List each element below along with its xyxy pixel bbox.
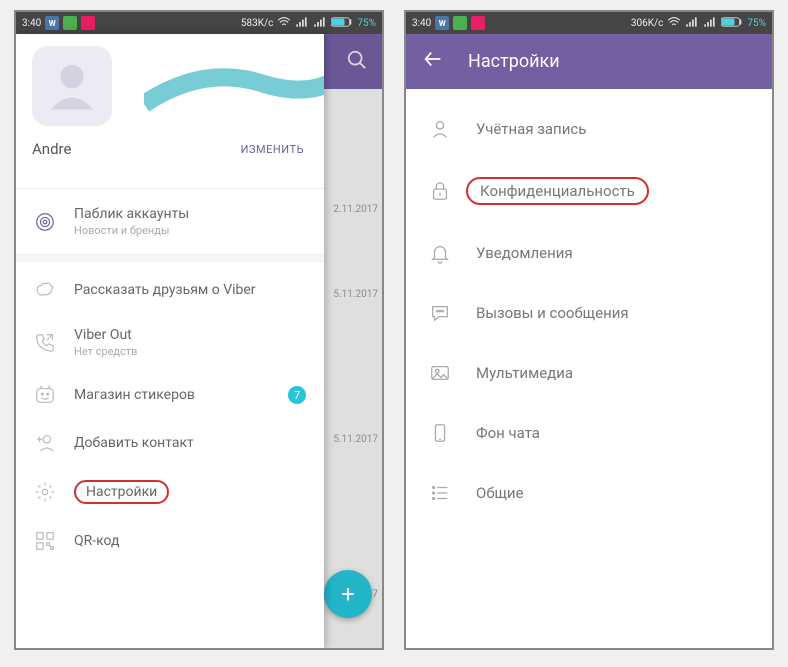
menu-tell-friends[interactable]: Рассказать друзьям о Viber bbox=[16, 266, 324, 314]
battery-pct: 75% bbox=[747, 18, 766, 29]
page-title: Настройки bbox=[468, 51, 560, 72]
chat-icon bbox=[428, 301, 452, 325]
phone-right: 3:40 W 306K/с 75% Нас bbox=[404, 10, 774, 650]
clock: 3:40 bbox=[412, 18, 431, 29]
phone-frame-icon bbox=[428, 421, 452, 445]
vk-icon: W bbox=[45, 16, 59, 30]
highlight-settings: Настройки bbox=[74, 480, 169, 504]
phone-out-icon bbox=[34, 332, 56, 354]
menu-public-accounts[interactable]: Паблик аккаунты Новости и бренды bbox=[16, 193, 324, 250]
settings-label: Вызовы и сообщения bbox=[476, 304, 629, 322]
signal-icon bbox=[295, 15, 309, 32]
settings-account[interactable]: Учётная запись bbox=[406, 99, 772, 159]
phone-left: 3:40 W 583K/с 75% bbox=[14, 10, 384, 650]
menu-label: Viber Out bbox=[74, 327, 132, 343]
signal-icon bbox=[685, 15, 699, 32]
viber-logo-icon bbox=[34, 211, 56, 233]
settings-notifications[interactable]: Уведомления bbox=[406, 223, 772, 283]
settings-label: Учётная запись bbox=[476, 120, 586, 138]
signal-icon-2 bbox=[703, 15, 717, 32]
back-icon[interactable] bbox=[422, 48, 444, 75]
account-icon bbox=[428, 117, 452, 141]
vk-icon: W bbox=[435, 16, 449, 30]
settings-label: Уведомления bbox=[476, 244, 573, 262]
status-bar: 3:40 W 306K/с 75% bbox=[406, 12, 772, 34]
bird-icon bbox=[34, 279, 56, 301]
menu-label: QR-код bbox=[74, 533, 120, 549]
menu-label: Добавить контакт bbox=[74, 435, 194, 451]
menu-qr[interactable]: QR-код bbox=[16, 517, 324, 565]
settings-calls[interactable]: Вызовы и сообщения bbox=[406, 283, 772, 343]
chat-date: 5.11.2017 bbox=[333, 289, 378, 300]
add-contact-icon bbox=[34, 432, 56, 454]
menu-viber-out[interactable]: Viber Out Нет средств bbox=[16, 314, 324, 371]
status-app-icon-2 bbox=[471, 16, 485, 30]
search-icon[interactable] bbox=[346, 49, 368, 75]
settings-label: Общие bbox=[476, 484, 524, 502]
menu-label: Рассказать друзьям о Viber bbox=[74, 282, 256, 298]
menu-sublabel: Новости и бренды bbox=[74, 224, 189, 237]
gear-icon bbox=[34, 481, 56, 503]
menu-label: Паблик аккаунты bbox=[74, 206, 189, 222]
sticker-icon bbox=[34, 384, 56, 406]
net-speed: 306K/с bbox=[631, 18, 664, 29]
avatar[interactable] bbox=[32, 46, 112, 126]
highlight-privacy: Конфиденциальность bbox=[466, 177, 649, 205]
battery-icon bbox=[331, 16, 353, 31]
settings-label: Мультимедиа bbox=[476, 364, 573, 382]
clock: 3:40 bbox=[22, 18, 41, 29]
menu-label: Настройки bbox=[86, 484, 157, 500]
menu-add-contact[interactable]: Добавить контакт bbox=[16, 419, 324, 467]
status-bar: 3:40 W 583K/с 75% bbox=[16, 12, 382, 34]
profile-name: Andre bbox=[32, 140, 71, 158]
list-icon bbox=[428, 481, 452, 505]
signal-icon-2 bbox=[313, 15, 327, 32]
nav-drawer: Andre ИЗМЕНИТЬ Паблик аккаунты Новости и… bbox=[16, 34, 324, 648]
settings-label: Конфиденциальность bbox=[480, 182, 635, 200]
image-icon bbox=[428, 361, 452, 385]
qr-icon bbox=[34, 530, 56, 552]
settings-background[interactable]: Фон чата bbox=[406, 403, 772, 463]
battery-icon bbox=[721, 16, 743, 31]
menu-sublabel: Нет средств bbox=[74, 345, 137, 358]
menu-label: Магазин стикеров bbox=[74, 387, 195, 403]
fab-new[interactable]: + bbox=[324, 570, 372, 618]
bell-icon bbox=[428, 241, 452, 265]
settings-label: Фон чата bbox=[476, 424, 540, 442]
battery-pct: 75% bbox=[357, 18, 376, 29]
lock-icon bbox=[428, 179, 452, 203]
settings-header: Настройки bbox=[406, 34, 772, 89]
chat-date: 5.11.2017 bbox=[333, 434, 378, 445]
wifi-icon bbox=[667, 15, 681, 32]
edit-link[interactable]: ИЗМЕНИТЬ bbox=[241, 143, 304, 156]
status-app-icon bbox=[453, 16, 467, 30]
chat-date: 2.11.2017 bbox=[333, 204, 378, 215]
settings-general[interactable]: Общие bbox=[406, 463, 772, 523]
menu-stickers[interactable]: Магазин стикеров 7 bbox=[16, 371, 324, 419]
settings-privacy[interactable]: Конфиденциальность bbox=[406, 159, 772, 223]
decorative-swoosh bbox=[144, 54, 324, 144]
menu-settings[interactable]: Настройки bbox=[16, 467, 324, 517]
net-speed: 583K/с bbox=[241, 18, 274, 29]
status-app-icon-2 bbox=[81, 16, 95, 30]
status-app-icon bbox=[63, 16, 77, 30]
wifi-icon bbox=[277, 15, 291, 32]
divider bbox=[16, 254, 324, 262]
profile-area: Andre ИЗМЕНИТЬ bbox=[16, 34, 324, 189]
sticker-badge: 7 bbox=[288, 386, 306, 404]
settings-media[interactable]: Мультимедиа bbox=[406, 343, 772, 403]
